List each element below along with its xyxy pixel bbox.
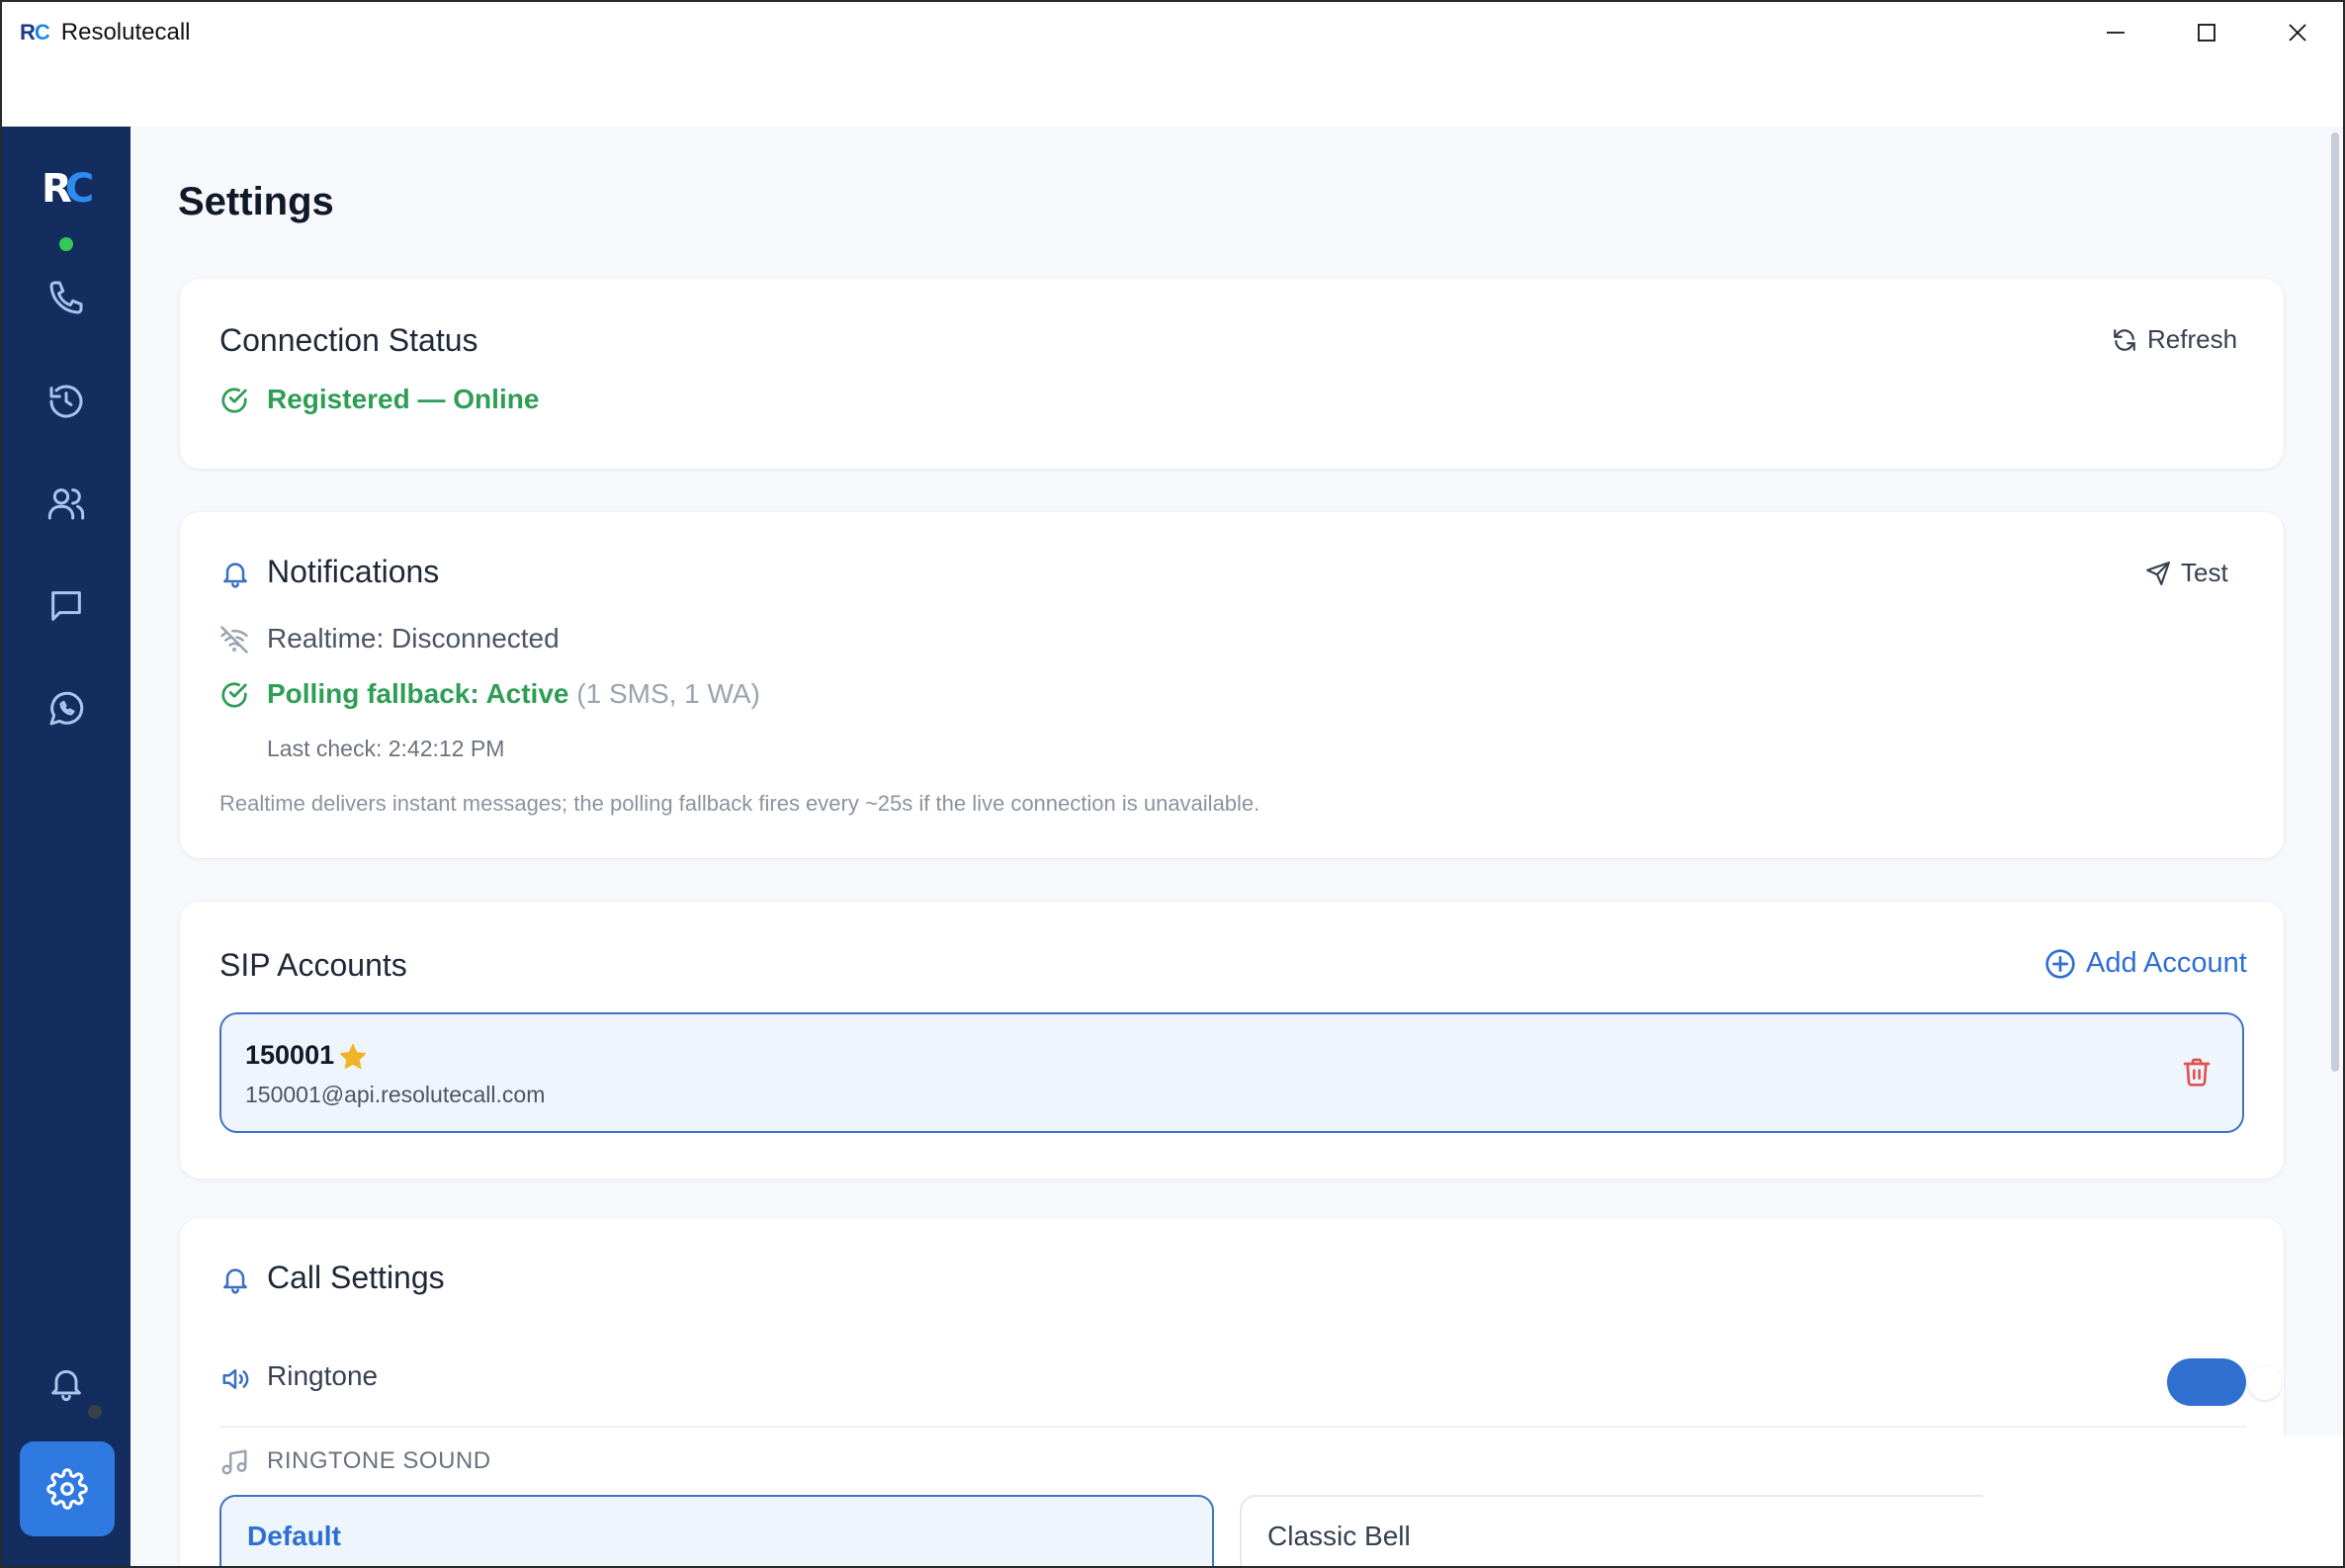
brand-logo: R C bbox=[38, 166, 97, 251]
test-button[interactable]: Test bbox=[2145, 558, 2228, 588]
online-dot bbox=[59, 237, 73, 251]
delete-account-button[interactable] bbox=[2181, 1056, 2213, 1088]
sip-account-row[interactable]: 150001 150001@api.resolutecall.com bbox=[219, 1012, 2244, 1133]
check-circle-icon bbox=[219, 680, 249, 710]
sidebar-item-contacts[interactable] bbox=[34, 471, 99, 536]
realtime-status: Realtime: Disconnected bbox=[267, 623, 560, 653]
window-title: Resolutecall bbox=[60, 19, 191, 45]
window-controls bbox=[2070, 2, 2343, 63]
connection-status-title: Connection Status bbox=[219, 322, 478, 358]
sip-accounts-title: SIP Accounts bbox=[219, 947, 407, 983]
minimize-icon bbox=[2107, 32, 2125, 34]
ringtone-label: Ringtone bbox=[267, 1360, 379, 1391]
page-title: Settings bbox=[178, 180, 334, 223]
connection-status-text: Registered — Online bbox=[267, 384, 540, 414]
notifications-description: Realtime delivers instant messages; the … bbox=[219, 791, 1260, 816]
sidebar-item-whatsapp[interactable] bbox=[34, 676, 99, 741]
phone-icon bbox=[49, 281, 83, 314]
sidebar-item-phone[interactable] bbox=[34, 265, 99, 330]
speaker-icon bbox=[219, 1364, 251, 1394]
divider bbox=[219, 1426, 2246, 1428]
minimize-button[interactable] bbox=[2070, 2, 2161, 63]
trash-icon bbox=[2183, 1058, 2211, 1087]
ringtone-option-default[interactable]: Default bbox=[219, 1495, 1214, 1566]
sidebar-item-history[interactable] bbox=[34, 369, 99, 434]
ringtone-sound-label: RINGTONE SOUND bbox=[267, 1447, 491, 1474]
screen-occlusion bbox=[1983, 1436, 2343, 1566]
wifi-off-icon bbox=[219, 625, 249, 654]
notification-badge bbox=[85, 1402, 105, 1422]
close-icon bbox=[2289, 24, 2306, 42]
ringtone-toggle[interactable] bbox=[2167, 1358, 2246, 1406]
sip-account-address: 150001@api.resolutecall.com bbox=[245, 1082, 546, 1107]
scrollbar[interactable] bbox=[2331, 132, 2339, 1072]
sip-accounts-card: SIP Accounts Add Account 150001 150001@a… bbox=[180, 902, 2284, 1178]
bell-icon bbox=[219, 1263, 251, 1295]
sidebar-item-settings[interactable] bbox=[20, 1441, 115, 1536]
ringtone-toggle-knob[interactable] bbox=[2248, 1366, 2282, 1400]
notifications-card: Notifications Test Realtime: Disconnecte… bbox=[180, 512, 2284, 858]
notifications-title: Notifications bbox=[267, 554, 440, 589]
sidebar-item-messages[interactable] bbox=[34, 573, 99, 639]
gear-icon bbox=[46, 1468, 88, 1510]
refresh-button[interactable]: Refresh bbox=[2112, 324, 2237, 355]
call-settings-card: Call Settings Ringtone RINGTONE SOUND De… bbox=[180, 1218, 2284, 1566]
refresh-icon bbox=[2114, 328, 2135, 351]
bell-icon bbox=[219, 558, 251, 589]
last-check: Last check: 2:42:12 PM bbox=[267, 736, 505, 761]
connection-status-card: Connection Status Registered — Online Re… bbox=[180, 279, 2284, 469]
main-content: Settings Connection Status Registered — … bbox=[130, 127, 2343, 1566]
maximize-icon bbox=[2198, 24, 2215, 42]
history-icon bbox=[49, 385, 83, 418]
message-icon bbox=[51, 591, 81, 621]
app-logo: RC bbox=[20, 20, 50, 44]
sip-account-number: 150001 bbox=[245, 1040, 335, 1070]
app-window: RC Resolutecall R C Settings Connection … bbox=[0, 0, 2345, 1568]
top-spacer bbox=[2, 63, 2343, 127]
users-icon bbox=[47, 488, 85, 520]
music-note-icon bbox=[219, 1447, 249, 1477]
sidebar: R C bbox=[2, 127, 130, 1566]
send-icon bbox=[2146, 561, 2170, 585]
polling-status: Polling fallback: Active (1 SMS, 1 WA) bbox=[267, 678, 760, 709]
close-button[interactable] bbox=[2252, 2, 2343, 63]
maximize-button[interactable] bbox=[2161, 2, 2252, 63]
bell-icon bbox=[51, 1369, 81, 1402]
title-bar: RC Resolutecall bbox=[2, 2, 2343, 63]
check-circle-icon bbox=[219, 386, 249, 415]
star-icon[interactable] bbox=[338, 1042, 368, 1072]
add-account-button[interactable]: Add Account bbox=[2044, 947, 2247, 980]
plus-circle-icon bbox=[2045, 948, 2075, 979]
whatsapp-icon bbox=[49, 691, 84, 726]
call-settings-title: Call Settings bbox=[267, 1260, 445, 1295]
